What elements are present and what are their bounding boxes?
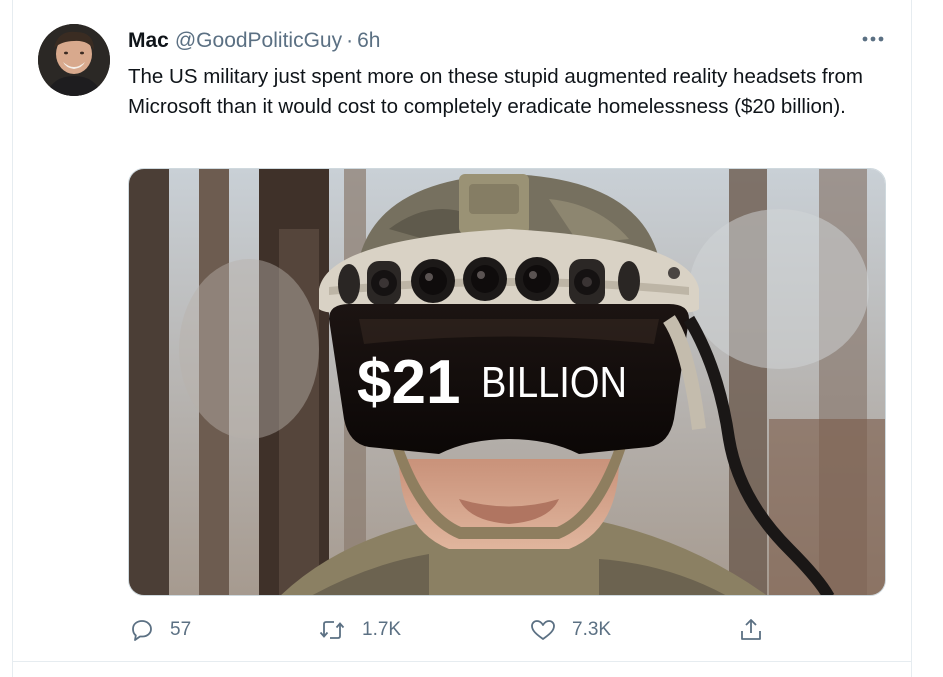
author-name[interactable]: Mac <box>128 29 169 53</box>
like-count: 7.3K <box>572 619 612 640</box>
tweet-divider <box>12 661 912 662</box>
reply-count: 57 <box>170 619 192 640</box>
share-button[interactable] <box>738 612 764 648</box>
tweet-image[interactable]: $21 BILLION <box>128 168 886 596</box>
like-icon <box>531 620 555 640</box>
reply-button[interactable]: 57 <box>130 612 191 648</box>
reply-icon <box>132 620 152 641</box>
share-icon <box>741 619 761 640</box>
separator-dot: · <box>346 29 354 52</box>
author-handle[interactable]: @GoodPoliticGuy <box>175 29 342 53</box>
more-options-button[interactable] <box>856 26 890 52</box>
retweet-count: 1.7K <box>362 619 402 640</box>
avatar[interactable] <box>38 24 110 96</box>
visor-word: BILLION <box>481 358 627 407</box>
tweet-text: The US military just spent more on these… <box>128 65 863 118</box>
tweet-actions: 57 1.7K 7.3K <box>128 612 828 648</box>
retweet-icon <box>319 621 345 639</box>
headset-photo: $21 BILLION <box>129 169 885 595</box>
more-icon <box>862 36 884 42</box>
like-button[interactable]: 7.3K <box>530 612 611 648</box>
retweet-button[interactable]: 1.7K <box>318 612 401 648</box>
visor-amount: $21 <box>357 348 460 417</box>
avatar-image <box>38 24 110 96</box>
tweet-header: Mac @GoodPoliticGuy · 6h <box>128 28 380 54</box>
tweet-timestamp[interactable]: 6h <box>357 29 380 53</box>
